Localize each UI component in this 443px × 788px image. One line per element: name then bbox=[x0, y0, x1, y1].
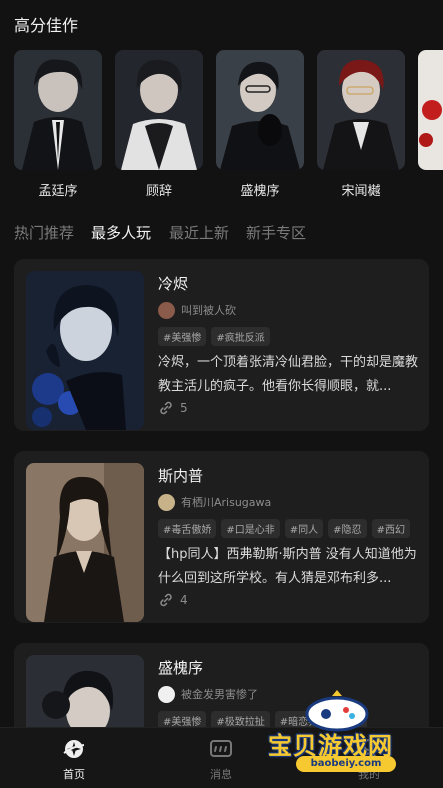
featured-portrait bbox=[418, 50, 443, 170]
tag[interactable]: #毒舌傲娇 bbox=[158, 519, 217, 538]
featured-item[interactable]: 宋闻樾 bbox=[317, 50, 405, 199]
featured-carousel[interactable]: 孟廷序 顾辞 盛槐序 宋闻樾 bbox=[14, 50, 443, 200]
site-watermark: 宝贝游戏网 baobeiy.com bbox=[262, 690, 422, 780]
tag-list: #美强惨 #疯批反派 bbox=[158, 327, 270, 346]
play-count-value: 4 bbox=[180, 593, 188, 607]
tab-newest[interactable]: 最近上新 bbox=[169, 222, 229, 243]
story-card[interactable]: 冷烬 叫到被人砍 #美强惨 #疯批反派 冷烬，一个顶着张清冷仙君脸，干的却是魔教… bbox=[14, 259, 429, 431]
author-avatar bbox=[158, 685, 175, 703]
tabbar-home[interactable]: 首页 bbox=[34, 736, 114, 782]
featured-item[interactable]: 盛槐序 bbox=[216, 50, 304, 199]
author-avatar bbox=[158, 493, 175, 511]
featured-name: 孟廷序 bbox=[38, 184, 78, 199]
story-cover bbox=[26, 271, 144, 430]
play-count: 5 bbox=[158, 399, 188, 417]
tab-beginner[interactable]: 新手专区 bbox=[246, 222, 306, 243]
tab-most-played[interactable]: 最多人玩 bbox=[91, 222, 151, 243]
story-title: 盛槐序 bbox=[158, 659, 204, 677]
tag[interactable]: #美强惨 bbox=[158, 327, 207, 346]
tag[interactable]: #西幻 bbox=[371, 519, 410, 538]
featured-portrait bbox=[317, 50, 405, 170]
story-author[interactable]: 有栖川Arisugawa bbox=[158, 493, 271, 511]
story-card[interactable]: 斯内普 有栖川Arisugawa #毒舌傲娇 #口是心非 #同人 #隐忍 #西幻… bbox=[14, 451, 429, 623]
story-author[interactable]: 被金发男害惨了 bbox=[158, 685, 258, 703]
link-icon bbox=[160, 593, 172, 607]
story-description: 冷烬，一个顶着张清冷仙君脸，干的却是魔教教主活儿的疯子。他看你长得顺眼，就... bbox=[158, 355, 419, 394]
story-title: 冷烬 bbox=[158, 275, 189, 293]
tab-hot[interactable]: 热门推荐 bbox=[14, 222, 74, 243]
author-name: 有栖川Arisugawa bbox=[181, 496, 272, 509]
play-count: 4 bbox=[158, 591, 188, 609]
author-avatar bbox=[158, 301, 175, 319]
featured-item[interactable] bbox=[418, 50, 443, 180]
story-author[interactable]: 叫到被人砍 bbox=[158, 301, 236, 319]
tabbar-message-label: 消息 bbox=[210, 768, 232, 781]
featured-item[interactable]: 孟廷序 bbox=[14, 50, 102, 199]
author-name: 被金发男害惨了 bbox=[181, 688, 258, 701]
section-title: 高分佳作 bbox=[14, 16, 79, 35]
tabbar-home-label: 首页 bbox=[63, 768, 85, 781]
tag-list: #毒舌傲娇 #口是心非 #同人 #隐忍 #西幻 bbox=[158, 519, 410, 538]
tabbar-message[interactable]: 消息 bbox=[181, 736, 261, 782]
featured-name: 宋闻樾 bbox=[341, 184, 381, 199]
tag[interactable]: #同人 bbox=[284, 519, 324, 538]
featured-portrait bbox=[216, 50, 304, 170]
story-title: 斯内普 bbox=[158, 467, 204, 485]
tag[interactable]: #隐忍 bbox=[328, 519, 367, 538]
link-icon bbox=[160, 401, 172, 415]
story-cover bbox=[26, 463, 144, 622]
author-name: 叫到被人砍 bbox=[181, 304, 236, 317]
featured-item[interactable]: 顾辞 bbox=[115, 50, 203, 199]
tag[interactable]: #口是心非 bbox=[221, 519, 280, 538]
story-description: 【hp同人】西弗勒斯·斯内普 没有人知道他为什么回到这所学校。有人猜是邓布利多.… bbox=[158, 547, 417, 586]
message-icon bbox=[210, 740, 232, 757]
play-count-value: 5 bbox=[180, 401, 188, 415]
featured-name: 顾辞 bbox=[145, 184, 172, 199]
featured-portrait bbox=[115, 50, 203, 170]
home-icon bbox=[63, 740, 85, 758]
featured-name: 盛槐序 bbox=[240, 184, 280, 199]
featured-portrait bbox=[14, 50, 102, 170]
tag[interactable]: #疯批反派 bbox=[211, 327, 270, 346]
watermark-url: baobeiy.com bbox=[296, 756, 396, 772]
